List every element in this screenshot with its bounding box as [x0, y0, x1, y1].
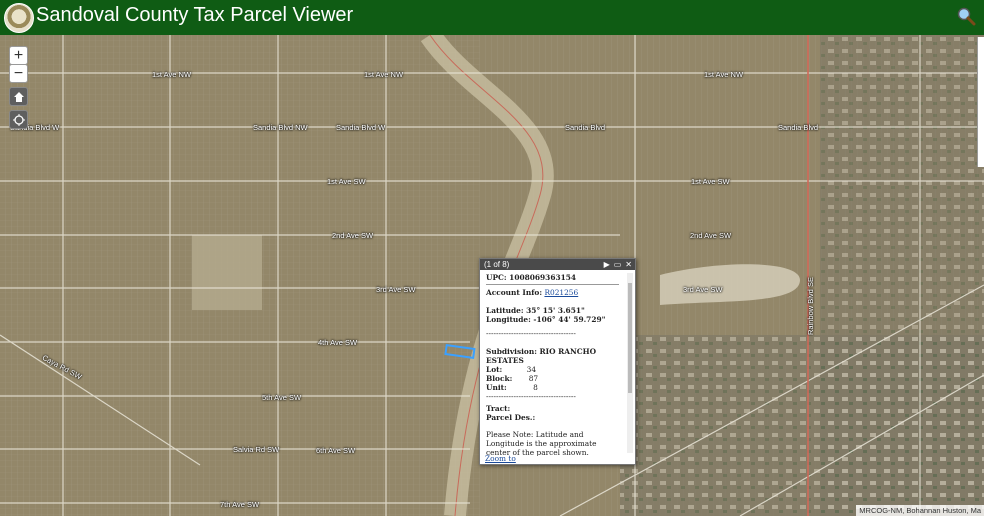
account-link[interactable]: R021256 [544, 288, 578, 297]
road-label: 6th Ave SW [316, 446, 356, 455]
locate-icon [12, 113, 25, 126]
road-label: 1st Ave NW [152, 70, 192, 79]
home-button[interactable] [9, 87, 28, 106]
maximize-icon[interactable]: ▭ [614, 259, 622, 270]
longitude-text: Longitude: -106° 44' 59.729" [486, 315, 606, 324]
popup-body: UPC: 1008069363154 Account Info: R021256… [480, 270, 625, 456]
road-label: 1st Ave SW [327, 177, 366, 186]
parcel-des-label: Parcel Des.: [486, 413, 536, 422]
road-label: 2nd Ave SW [690, 231, 732, 240]
tract-label: Tract: [486, 404, 511, 413]
zoom-out-button[interactable]: − [9, 64, 28, 83]
road-label: Rainbow Blvd SE [806, 277, 815, 335]
road-label: Salvia Rd SW [233, 445, 280, 454]
road-label: 1st Ave NW [364, 70, 404, 79]
popup-header: (1 of 8) ▶ ▭ ✕ [480, 259, 635, 270]
parcel-info-popup: (1 of 8) ▶ ▭ ✕ UPC: 1008069363154 Accoun… [479, 258, 636, 465]
latitude-text: Latitude: 35° 15' 3.651" [486, 306, 585, 315]
road-label: 7th Ave SW [220, 500, 260, 509]
popup-counter: (1 of 8) [484, 260, 510, 269]
coordinate-note: Please Note: Latitude and Longitude is t… [486, 430, 597, 456]
road-label: 4th Ave SW [318, 338, 358, 347]
zoom-in-button[interactable]: + [9, 46, 28, 65]
unit-value: 8 [533, 383, 538, 392]
subdivision-text: Subdivision: RIO RANCHO ESTATES [486, 347, 597, 365]
block-label: Block: [486, 374, 513, 383]
road-label: Sandia Blvd [778, 123, 819, 132]
zoom-to-link[interactable]: Zoom to [485, 454, 516, 463]
county-seal-logo [4, 3, 34, 33]
lot-label: Lot: [486, 365, 503, 374]
road-label: Sandia Blvd NW [253, 123, 308, 132]
road-label: 2nd Ave SW [332, 231, 374, 240]
page-title: Sandoval County Tax Parcel Viewer [36, 4, 354, 26]
popup-scrollbar[interactable] [627, 273, 633, 453]
upc-text: UPC: 1008069363154 [486, 273, 577, 282]
side-panel-tab[interactable] [977, 37, 984, 167]
divider-text: ------------------------------------ [486, 329, 576, 338]
block-value: 87 [528, 374, 539, 383]
unit-label: Unit: [486, 383, 507, 392]
search-icon[interactable] [956, 6, 976, 26]
home-icon [13, 91, 24, 102]
locate-button[interactable] [9, 110, 28, 129]
close-icon[interactable]: ✕ [625, 259, 632, 270]
road-label: 3rd Ave SW [683, 285, 723, 294]
divider-text-2: ------------------------------------ [486, 392, 576, 401]
road-label: 1st Ave SW [691, 177, 730, 186]
map-attribution: MRCOG-NM, Bohannan Huston, Ma [856, 505, 984, 516]
road-label: 5th Ave SW [262, 393, 302, 402]
next-feature-icon[interactable]: ▶ [604, 259, 610, 270]
road-label: Sandia Blvd [565, 123, 606, 132]
app-header: Sandoval County Tax Parcel Viewer [0, 0, 984, 35]
road-label: 1st Ave NW [704, 70, 744, 79]
road-label: 3rd Ave SW [376, 285, 416, 294]
lot-value: 34 [526, 365, 537, 374]
account-label: Account Info: [486, 288, 543, 297]
road-label: Sandia Blvd W [336, 123, 386, 132]
